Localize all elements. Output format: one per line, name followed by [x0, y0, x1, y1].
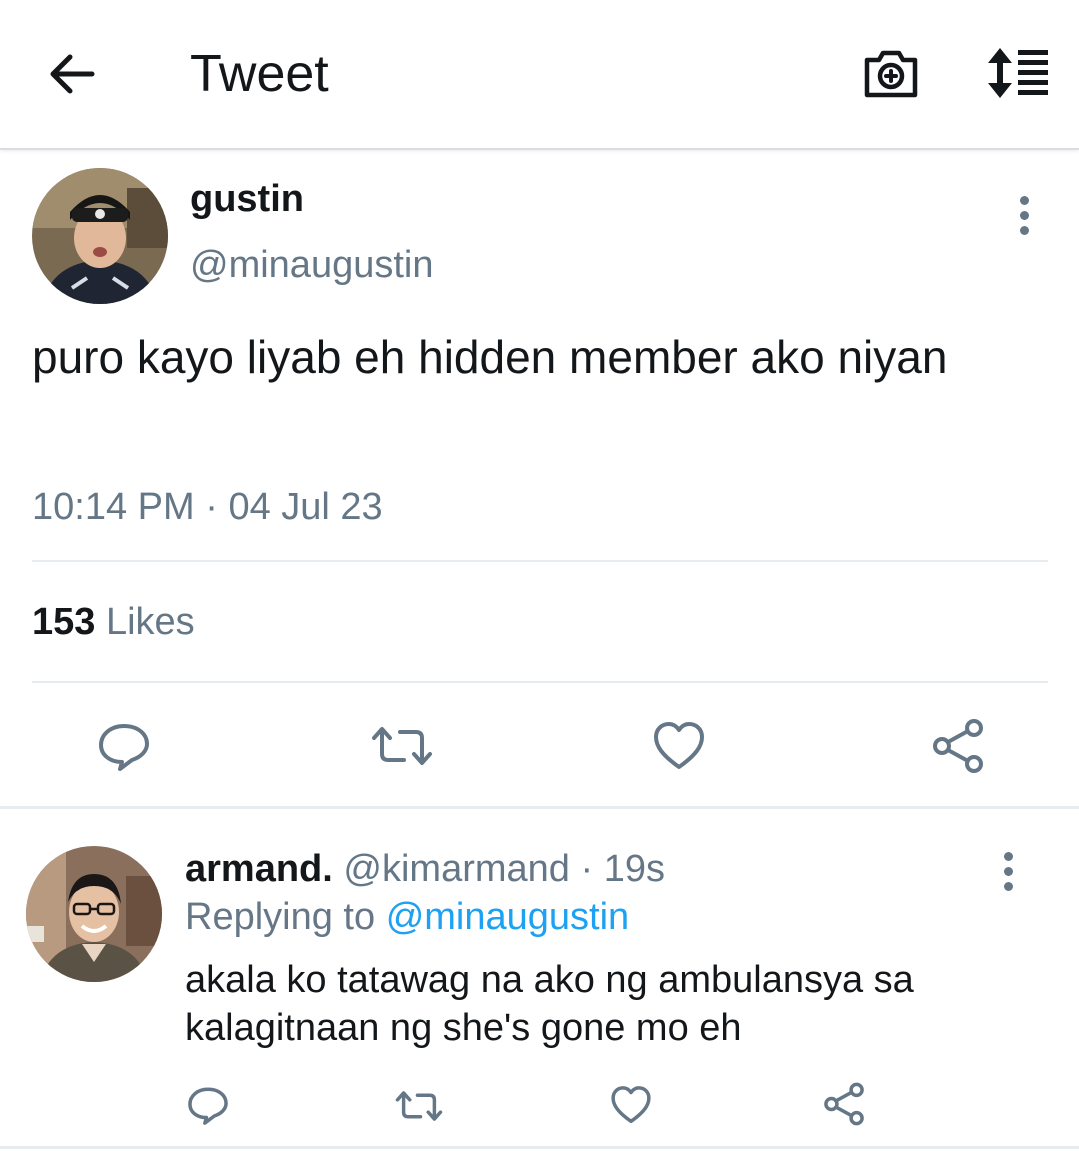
- tweet-date: 04 Jul 23: [228, 486, 383, 528]
- author-name[interactable]: gustin: [190, 178, 304, 221]
- arrow-left-icon: [50, 54, 95, 94]
- likes-number: 153: [32, 601, 96, 643]
- like-button[interactable]: [652, 720, 706, 772]
- page-title: Tweet: [190, 45, 329, 103]
- more-dot-icon: [1003, 867, 1013, 876]
- heart-icon: [654, 722, 704, 769]
- reply-author-avatar[interactable]: [26, 846, 162, 982]
- share-button[interactable]: [930, 718, 986, 774]
- likes-label: Likes: [105, 601, 195, 643]
- section-divider: [0, 806, 1079, 809]
- reply-share-button[interactable]: [822, 1082, 866, 1126]
- reply-author-handle[interactable]: @kimarmand: [343, 848, 570, 890]
- author-avatar[interactable]: [32, 168, 168, 304]
- sort-list-icon: [988, 48, 1048, 98]
- retweet-button[interactable]: [370, 720, 434, 772]
- back-button[interactable]: [46, 50, 100, 98]
- reply-text: akala ko tatawag na ako ng ambulansya sa…: [185, 959, 914, 1049]
- more-dot-icon: [1003, 882, 1013, 891]
- reply-button[interactable]: [96, 720, 152, 772]
- tweet-text: puro kayo liyab eh hidden member ako niy…: [32, 331, 948, 383]
- reply-header: armand. @kimarmand · 19s: [185, 848, 665, 891]
- divider: [32, 681, 1048, 683]
- replying-to-mention[interactable]: @minaugustin: [386, 896, 629, 938]
- author-handle[interactable]: @minaugustin: [190, 244, 433, 287]
- timestamp-separator: ·: [205, 486, 218, 528]
- tweet-time: 10:14 PM: [32, 486, 195, 528]
- reply-retweet-button[interactable]: [394, 1086, 444, 1126]
- divider: [32, 560, 1048, 562]
- reply-like-button[interactable]: [610, 1084, 652, 1126]
- camera-button[interactable]: [862, 44, 920, 102]
- reply-more-button[interactable]: [998, 852, 1018, 902]
- camera-plus-icon: [864, 50, 918, 98]
- tweet-more-button[interactable]: [1014, 196, 1034, 246]
- reply-reply-button[interactable]: [186, 1084, 230, 1126]
- retweet-icon: [372, 727, 432, 765]
- sort-button[interactable]: [982, 46, 1052, 100]
- more-dot-icon: [1019, 211, 1029, 220]
- share-icon: [824, 1082, 864, 1126]
- reply-age: 19s: [603, 848, 665, 890]
- more-dot-icon: [1019, 226, 1029, 235]
- comment-icon: [99, 724, 149, 771]
- bottom-divider: [0, 1146, 1079, 1149]
- reply-author-name[interactable]: armand.: [185, 848, 333, 890]
- retweet-icon: [395, 1091, 443, 1121]
- replying-to: Replying to @minaugustin: [185, 896, 629, 939]
- likes-count[interactable]: 153 Likes: [32, 601, 195, 644]
- more-dot-icon: [1003, 852, 1013, 861]
- more-dot-icon: [1019, 196, 1029, 205]
- top-app-bar: Tweet: [0, 0, 1079, 150]
- reply-separator: ·: [580, 848, 594, 890]
- heart-icon: [611, 1086, 651, 1124]
- share-icon: [933, 719, 983, 773]
- tweet-timestamp: 10:14 PM · 04 Jul 23: [32, 486, 383, 529]
- comment-icon: [188, 1087, 228, 1125]
- replying-to-label: Replying to: [185, 896, 376, 938]
